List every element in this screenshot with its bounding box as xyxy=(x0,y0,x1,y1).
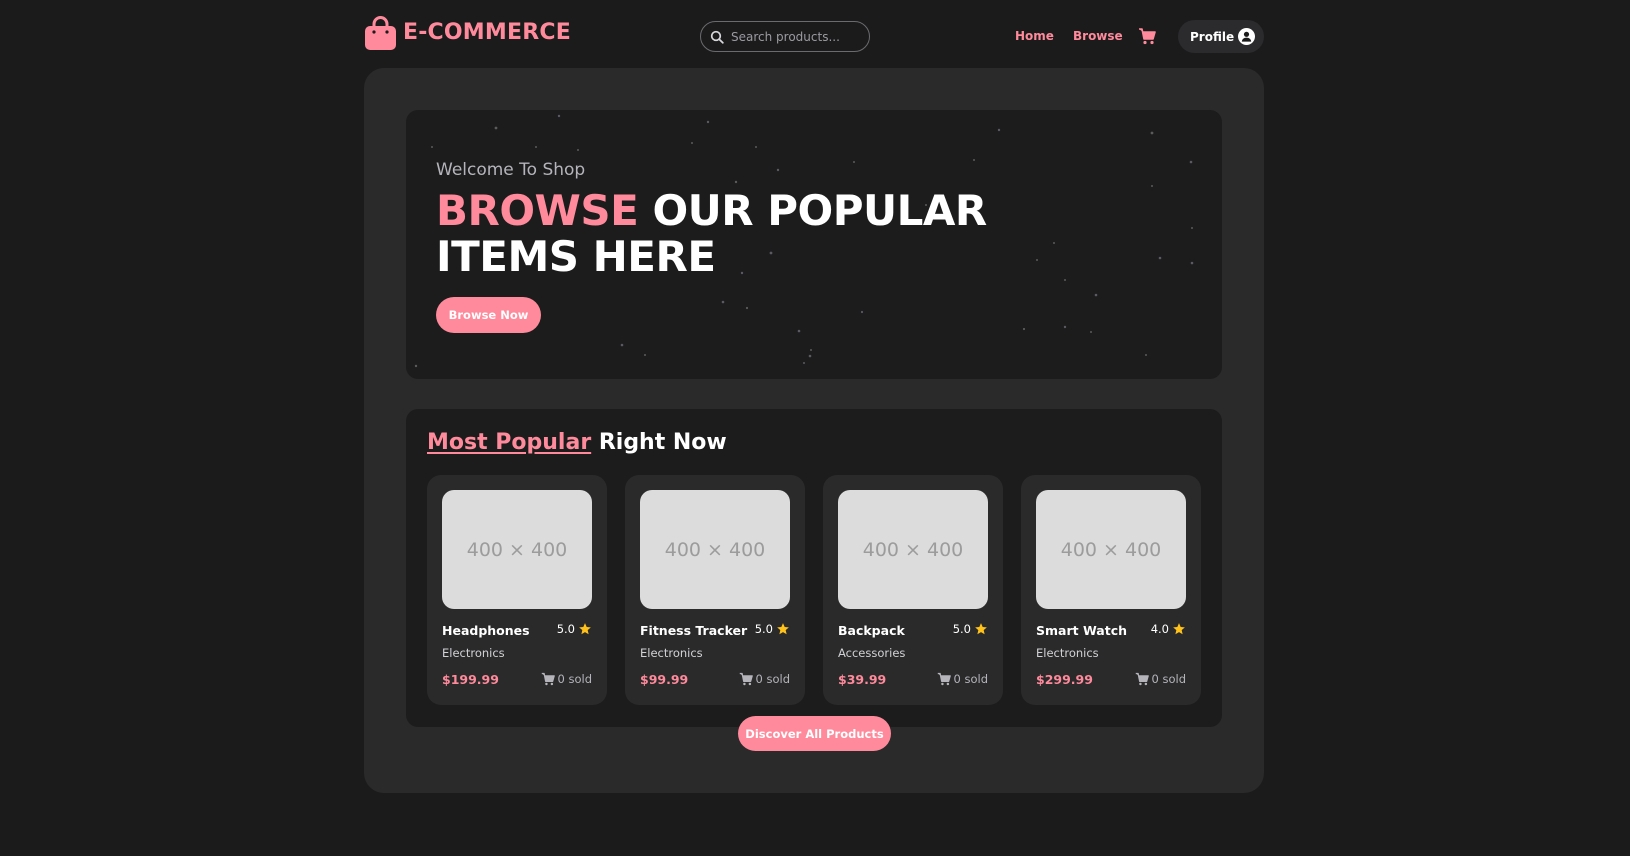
product-card-headphones[interactable]: 400 × 400 Headphones 5.0 Electronics $19… xyxy=(427,475,607,705)
hero-banner: Welcome To Shop BROWSE OUR POPULAR ITEMS… xyxy=(406,110,1222,379)
product-category: Electronics xyxy=(640,646,703,660)
product-rating: 5.0 xyxy=(557,622,592,636)
hero-title: BROWSE OUR POPULAR ITEMS HERE xyxy=(436,188,996,280)
avatar xyxy=(1238,28,1255,45)
cart-icon xyxy=(937,672,951,686)
search-icon xyxy=(710,30,724,44)
product-category: Electronics xyxy=(442,646,505,660)
star-icon xyxy=(579,623,591,635)
product-sold-count: 0 sold xyxy=(755,672,791,686)
top-nav: E-COMMERCE Home Browse Profile xyxy=(364,14,1264,58)
cart-button[interactable] xyxy=(1138,27,1156,45)
search-input[interactable] xyxy=(731,29,861,44)
nav-link-browse[interactable]: Browse xyxy=(1073,28,1123,44)
browse-now-button[interactable]: Browse Now xyxy=(436,297,541,333)
product-rating-value: 5.0 xyxy=(556,622,575,636)
profile-label: Profile xyxy=(1190,29,1235,44)
product-price: $299.99 xyxy=(1036,672,1093,687)
profile-button[interactable]: Profile xyxy=(1178,20,1264,53)
cart-icon xyxy=(739,672,753,686)
product-name[interactable]: Smart Watch xyxy=(1036,623,1127,638)
product-card-fitness-tracker[interactable]: 400 × 400 Fitness Tracker 5.0 Electronic… xyxy=(625,475,805,705)
popular-heading-highlight[interactable]: Most Popular xyxy=(427,430,591,455)
product-sold: 0 sold xyxy=(1135,672,1187,686)
product-sold-count: 0 sold xyxy=(557,672,593,686)
popular-heading: Most Popular Right Now xyxy=(427,430,727,455)
product-price: $199.99 xyxy=(442,672,499,687)
star-icon xyxy=(975,623,987,635)
product-sold-count: 0 sold xyxy=(953,672,989,686)
product-image-placeholder[interactable]: 400 × 400 xyxy=(838,490,988,609)
hero-welcome-text: Welcome To Shop xyxy=(436,160,586,180)
product-image-placeholder[interactable]: 400 × 400 xyxy=(1036,490,1186,609)
logo-link[interactable]: E-COMMERCE xyxy=(364,15,571,51)
shopping-bag-icon xyxy=(365,16,396,50)
nav-link-home[interactable]: Home xyxy=(1015,28,1054,44)
popular-section: Most Popular Right Now 400 × 400 Headpho… xyxy=(406,409,1222,727)
product-sold-count: 0 sold xyxy=(1151,672,1187,686)
product-rating: 5.0 xyxy=(755,622,790,636)
product-rating-value: 5.0 xyxy=(754,622,773,636)
product-category: Accessories xyxy=(838,646,906,660)
product-name[interactable]: Headphones xyxy=(442,623,530,638)
product-sold: 0 sold xyxy=(937,672,989,686)
popular-heading-rest: Right Now xyxy=(591,430,727,455)
product-rating: 4.0 xyxy=(1151,622,1186,636)
product-sold: 0 sold xyxy=(739,672,791,686)
product-card-smart-watch[interactable]: 400 × 400 Smart Watch 4.0 Electronics $2… xyxy=(1021,475,1201,705)
cart-icon xyxy=(1139,28,1156,45)
search-box[interactable] xyxy=(700,21,870,52)
logo-text: E-COMMERCE xyxy=(403,20,571,45)
product-category: Electronics xyxy=(1036,646,1099,660)
star-icon xyxy=(777,623,789,635)
product-name[interactable]: Backpack xyxy=(838,623,905,638)
cart-icon xyxy=(1135,672,1149,686)
product-image-placeholder[interactable]: 400 × 400 xyxy=(442,490,592,609)
product-rating-value: 5.0 xyxy=(952,622,971,636)
product-grid: 400 × 400 Headphones 5.0 Electronics $19… xyxy=(427,475,1201,705)
product-sold: 0 sold xyxy=(541,672,593,686)
product-rating: 5.0 xyxy=(953,622,988,636)
product-image-placeholder[interactable]: 400 × 400 xyxy=(640,490,790,609)
product-name[interactable]: Fitness Tracker xyxy=(640,623,747,638)
discover-all-products-button[interactable]: Discover All Products xyxy=(738,716,891,751)
page: E-COMMERCE Home Browse Profile xyxy=(0,0,1630,856)
product-price: $99.99 xyxy=(640,672,689,687)
product-price: $39.99 xyxy=(838,672,887,687)
main-panel: Welcome To Shop BROWSE OUR POPULAR ITEMS… xyxy=(364,68,1264,793)
cart-icon xyxy=(541,672,555,686)
user-icon xyxy=(1241,31,1252,42)
star-icon xyxy=(1173,623,1185,635)
product-rating-value: 4.0 xyxy=(1150,622,1169,636)
product-card-backpack[interactable]: 400 × 400 Backpack 5.0 Accessories $39.9… xyxy=(823,475,1003,705)
hero-title-accent: BROWSE xyxy=(436,186,639,235)
